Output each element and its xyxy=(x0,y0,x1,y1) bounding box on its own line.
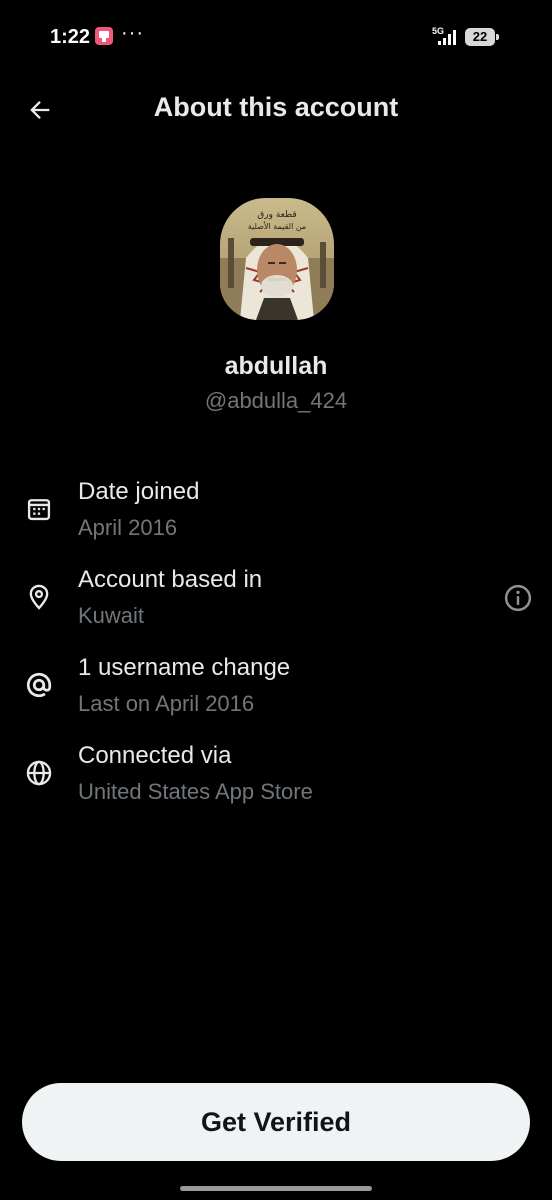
info-value: Kuwait xyxy=(78,603,145,628)
home-indicator[interactable] xyxy=(180,1186,372,1191)
location-pin-icon xyxy=(22,580,56,614)
calendar-icon xyxy=(22,492,56,526)
info-row-connected-via: Connected via United States App Store xyxy=(0,736,552,816)
status-time: 1:22 xyxy=(50,26,91,48)
at-sign-icon xyxy=(22,668,56,702)
battery-icon: 22 xyxy=(465,28,499,46)
info-row-date-joined: Date joined April 2016 xyxy=(0,472,552,552)
display-name: abdullah xyxy=(224,352,328,380)
status-more-icon: ··· xyxy=(121,22,144,44)
globe-icon xyxy=(22,756,56,790)
info-label: 1 username change xyxy=(78,654,291,681)
signal-icon xyxy=(438,28,460,51)
avatar[interactable]: قطعة ورق من القيمة الأصلية xyxy=(220,198,334,320)
info-label: Account based in xyxy=(78,566,263,593)
info-circle-icon xyxy=(504,584,532,612)
info-label: Connected via xyxy=(78,742,232,769)
info-value: April 2016 xyxy=(78,515,178,540)
info-value: United States App Store xyxy=(78,779,313,804)
app-notification-icon xyxy=(95,27,113,45)
page-title: About this account xyxy=(153,92,399,122)
get-verified-button[interactable]: Get Verified xyxy=(22,1083,530,1161)
info-value: Last on April 2016 xyxy=(78,691,255,716)
info-row-account-based-in: Account based in Kuwait xyxy=(0,560,552,640)
info-label: Date joined xyxy=(78,478,200,505)
avatar-caption-1: قطعة ورق xyxy=(257,210,296,220)
avatar-caption-2: من القيمة الأصلية xyxy=(248,221,306,231)
status-bar: 1:22 ··· 5G 22 xyxy=(0,0,552,76)
account-location-info-button[interactable] xyxy=(501,581,535,615)
info-row-username-change: 1 username change Last on April 2016 xyxy=(0,648,552,728)
username-handle: @abdulla_424 xyxy=(204,388,348,413)
